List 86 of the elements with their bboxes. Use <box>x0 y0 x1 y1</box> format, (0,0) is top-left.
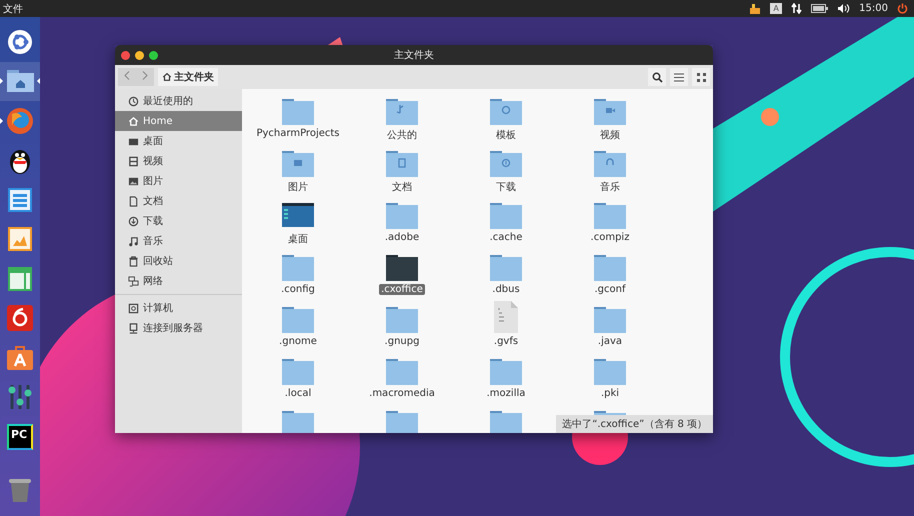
image-icon <box>128 176 139 186</box>
home-icon <box>128 116 139 126</box>
list-icon <box>674 72 684 82</box>
shopping-bag-icon <box>6 344 34 372</box>
file-name: 模板 <box>495 128 517 142</box>
window-title: 主文件夹 <box>394 48 434 62</box>
file-name: PycharmProjects <box>255 128 340 139</box>
file-name: .adobe <box>384 232 420 243</box>
ring-logo-icon <box>6 28 34 56</box>
clock[interactable]: 15:00 <box>859 3 888 14</box>
file-name: .cache <box>488 232 524 243</box>
chevron-left-icon <box>124 71 130 80</box>
ide-logo-icon: PC <box>7 424 33 450</box>
search-icon <box>652 72 662 82</box>
sidebar-item[interactable]: 桌面 <box>115 131 242 151</box>
film-icon <box>128 156 139 166</box>
sidebar-item[interactable]: 文档 <box>115 191 242 211</box>
sidebar-item[interactable]: 计算机 <box>115 298 242 318</box>
volume-icon[interactable] <box>837 3 850 14</box>
drive-icon <box>128 302 139 314</box>
file-name: 桌面 <box>287 232 309 246</box>
sidebar-item[interactable]: 连接到服务器 <box>115 318 242 338</box>
sidebar-item[interactable]: 网络 <box>115 271 242 291</box>
file-name: 视频 <box>599 128 621 142</box>
file-name: 图片 <box>287 180 309 194</box>
trash-icon <box>128 256 139 266</box>
sidebar-item[interactable]: 音乐 <box>115 231 242 251</box>
file-name: .mozilla <box>486 388 526 399</box>
file-name: .cxoffice <box>379 284 425 295</box>
selection-status-toast: 选中了“.cxoffice”（含有 8 项） <box>556 415 713 433</box>
sidebar-item[interactable]: 视频 <box>115 151 242 171</box>
grid-view-button[interactable] <box>692 68 710 86</box>
clock-icon <box>128 96 139 106</box>
search-button[interactable] <box>648 68 666 86</box>
maximize-button[interactable] <box>149 50 158 60</box>
music-note-icon <box>128 236 139 246</box>
browser-icon <box>6 106 34 135</box>
spreadsheet-icon <box>6 264 34 293</box>
running-indicator <box>0 118 3 124</box>
power-icon[interactable] <box>897 3 908 14</box>
network-icon <box>128 276 139 286</box>
path-button[interactable]: 主文件夹 <box>158 68 218 86</box>
sliders-icon <box>6 383 34 412</box>
file-name: .local <box>284 388 312 399</box>
list-view-button[interactable] <box>670 68 688 86</box>
folder-icon[interactable] <box>386 255 418 281</box>
home-icon <box>162 72 172 82</box>
file-name: .compiz <box>590 232 630 243</box>
file-name: .gnome <box>278 336 318 347</box>
running-indicator <box>0 78 3 84</box>
file-name: 文档 <box>391 180 413 194</box>
file-name: .gvfs <box>492 336 520 347</box>
file-name: .config <box>280 284 316 295</box>
file-name: 音乐 <box>599 180 621 194</box>
file-name: .dbus <box>491 284 521 295</box>
file-name: 公共的 <box>386 128 418 142</box>
sidebar-item[interactable]: 回收站 <box>115 251 242 271</box>
file-name: .macromedia <box>368 388 436 399</box>
battery-icon[interactable] <box>811 4 828 13</box>
sidebar-item[interactable]: 最近使用的 <box>115 91 242 111</box>
file-name: .java <box>596 336 624 347</box>
minimize-button[interactable] <box>135 50 144 60</box>
input-method-indicator[interactable]: A <box>770 3 782 14</box>
desktop-thumbnail-icon[interactable] <box>282 203 314 229</box>
chart-icon <box>6 225 34 254</box>
sidebar-item[interactable]: 图片 <box>115 171 242 191</box>
distant-planet <box>761 108 779 126</box>
sidebar-item[interactable]: 下载 <box>115 211 242 231</box>
file-name: .gconf <box>593 284 627 295</box>
chevron-right-icon <box>142 71 148 80</box>
trash-can-icon <box>6 476 34 504</box>
grid-icon <box>696 72 706 82</box>
document-icon <box>128 196 139 206</box>
launcher-item[interactable]: PC <box>0 417 40 456</box>
file-name: .gnupg <box>384 336 420 347</box>
document-icon <box>6 186 34 214</box>
swirl-app-icon <box>6 304 34 332</box>
file-name: 下载 <box>495 180 517 194</box>
download-icon <box>128 216 139 226</box>
server-icon <box>128 322 139 334</box>
app-menu[interactable]: 文件 <box>3 2 23 16</box>
network-arrows-icon[interactable] <box>791 3 802 14</box>
close-button[interactable] <box>121 50 130 60</box>
sidebar-item[interactable]: Home <box>115 111 242 131</box>
keyboard-icon[interactable] <box>749 3 762 14</box>
file-name: .pki <box>600 388 620 399</box>
